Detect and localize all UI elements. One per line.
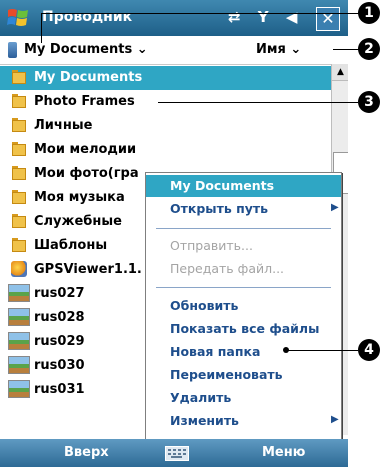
submenu-arrow-icon: ▶ (331, 414, 339, 425)
folder-icon (12, 142, 26, 156)
menu-item-rename[interactable]: Переименовать (146, 364, 341, 386)
scroll-up-arrow-icon[interactable]: ▲ (332, 64, 348, 81)
menu-button[interactable]: Меню (262, 445, 305, 460)
list-item[interactable]: Личные (0, 114, 331, 138)
folder-icon (12, 118, 26, 132)
list-item-label: Моя музыка (34, 190, 125, 205)
menu-item-show-all-files[interactable]: Показать все файлы (146, 318, 341, 340)
callout-leader-4 (286, 350, 358, 351)
context-menu: My Documents Открыть путь ▶ Отправить...… (145, 172, 342, 441)
list-item[interactable]: My Documents (0, 66, 331, 90)
app-title: Проводник (42, 9, 133, 25)
menu-item-transfer-file: Передать файл... (170, 261, 285, 276)
list-item-label: Служебные (34, 214, 122, 229)
pocketpc-screen: Проводник ⇄ Y ◀ ✕ My Documents ⌄ Имя ⌄ M… (0, 0, 348, 467)
status-icons[interactable]: ⇄ Y ◀ (228, 8, 303, 26)
menu-divider (156, 228, 331, 229)
list-item-label: Личные (34, 118, 93, 133)
title-bar: Проводник ⇄ Y ◀ ✕ (0, 0, 348, 36)
callout-leader-1 (41, 13, 42, 43)
menu-item-delete[interactable]: Удалить (146, 387, 341, 409)
callout-badge-3: 3 (358, 91, 380, 113)
list-item-label: Мои мелодии (34, 142, 137, 157)
folder-bar: My Documents ⌄ Имя ⌄ (0, 36, 348, 65)
list-item-label: rus029 (34, 334, 85, 349)
list-item-label: rus027 (34, 286, 85, 301)
device-icon (8, 42, 17, 58)
list-item-label: rus031 (34, 382, 85, 397)
menu-item-new-folder[interactable]: Новая папка (146, 341, 341, 363)
menu-item-refresh[interactable]: Обновить (146, 295, 341, 317)
list-item-label: rus028 (34, 310, 85, 325)
image-file-icon (8, 308, 30, 326)
image-file-icon (8, 332, 30, 350)
context-menu-header: My Documents (146, 175, 341, 197)
list-item-label: My Documents (34, 70, 143, 85)
callout-badge-2: 2 (358, 38, 380, 60)
list-item[interactable]: Мои мелодии (0, 138, 331, 162)
start-menu-icon[interactable] (6, 6, 30, 30)
folder-icon (12, 190, 26, 204)
menu-divider (156, 287, 331, 288)
close-button[interactable]: ✕ (316, 7, 340, 31)
menu-item-edit[interactable]: Изменить ▶ (146, 410, 341, 432)
keyboard-icon[interactable] (165, 446, 189, 461)
menu-item-send: Отправить... (170, 238, 253, 253)
submenu-arrow-icon: ▶ (331, 202, 339, 213)
list-item-label: Photo Frames (34, 94, 135, 109)
list-item-label: Шаблоны (34, 238, 108, 253)
image-file-icon (8, 356, 30, 374)
list-item-label: rus030 (34, 358, 85, 373)
callout-leader-2 (333, 49, 360, 50)
callout-badge-4: 4 (358, 339, 380, 361)
folder-icon (12, 238, 26, 252)
folder-icon (12, 94, 26, 108)
open-folder-icon (12, 70, 26, 84)
menu-item-open-path[interactable]: Открыть путь ▶ (146, 198, 341, 220)
sort-dropdown[interactable]: Имя ⌄ (256, 42, 301, 57)
list-item-label: GPSViewer1.1. (34, 262, 142, 277)
list-item-label: Мои фото(гра (34, 166, 139, 181)
bottom-command-bar: Вверх Меню (0, 439, 348, 467)
up-button[interactable]: Вверх (64, 445, 109, 460)
callout-leader-1 (41, 13, 359, 14)
callout-leader-3 (158, 102, 358, 103)
callout-badge-1: 1 (358, 2, 380, 24)
image-file-icon (8, 380, 30, 398)
image-file-icon (8, 284, 30, 302)
folder-icon (12, 166, 26, 180)
folder-dropdown[interactable]: My Documents ⌄ (24, 42, 148, 57)
folder-icon (12, 214, 26, 228)
application-icon (11, 261, 27, 277)
